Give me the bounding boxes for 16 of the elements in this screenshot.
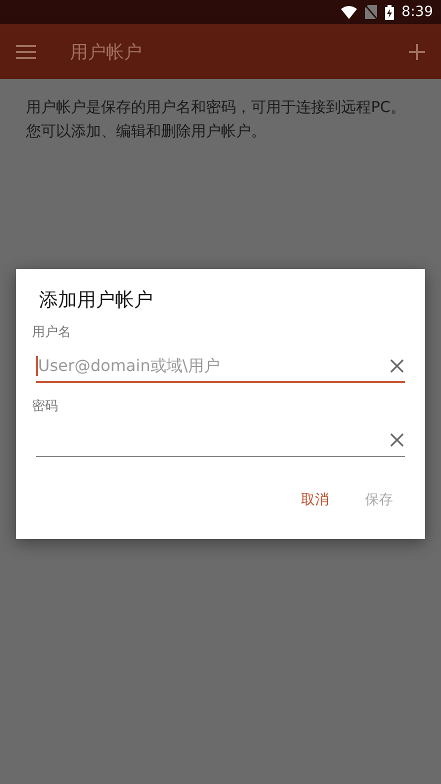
wifi-icon xyxy=(340,6,357,18)
field-label: 用户名 xyxy=(32,324,72,341)
no-sim-icon xyxy=(364,5,377,19)
app-bar-title: 用户帐户 xyxy=(70,40,143,64)
add-icon[interactable] xyxy=(409,44,425,60)
menu-icon[interactable] xyxy=(16,44,36,58)
text-cursor xyxy=(36,356,38,376)
status-time: 8:39 xyxy=(402,4,433,20)
description-text: 用户帐户是保存的用户名和密码，可用于连接到远程PC。您可以添加、编辑和删除用户帐户。 xyxy=(26,97,407,142)
field-label: 密码 xyxy=(32,398,59,415)
dialog-title: 添加用户帐户 xyxy=(39,288,154,313)
input-field[interactable]: User@domain或域\用户 xyxy=(36,349,405,383)
clear-icon[interactable] xyxy=(389,358,405,374)
dialog-button[interactable]: 取消 xyxy=(297,487,333,513)
battery-charging-icon xyxy=(384,4,394,20)
clear-icon[interactable] xyxy=(389,432,405,448)
